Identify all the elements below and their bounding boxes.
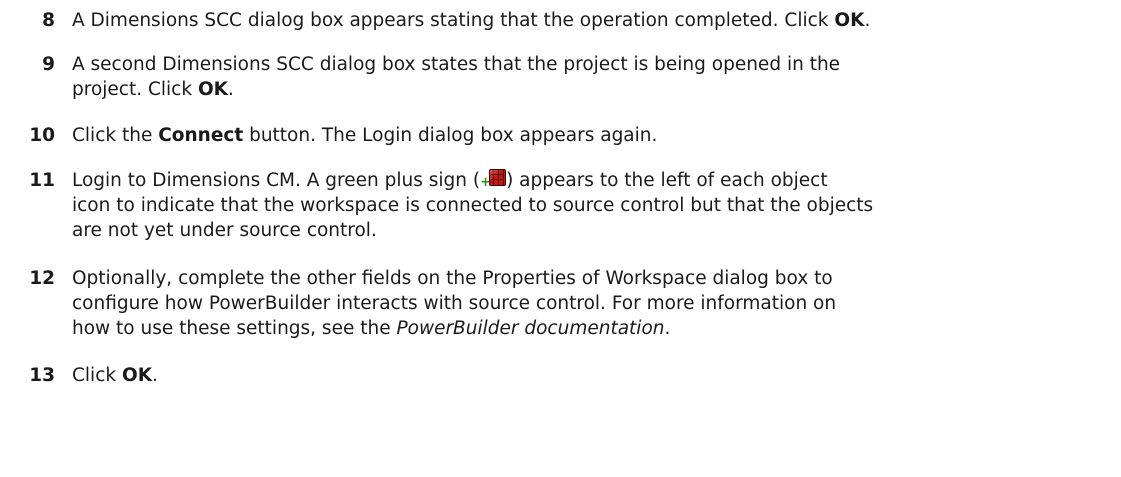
step-text: Optionally, complete the other fields on… [72,266,1112,341]
text-run: . [664,318,671,339]
text-run: Login to Dimensions CM. A green plus sig… [72,170,481,191]
text-run: Click the [72,125,159,146]
text-run: configure how PowerBuilder interacts wit… [72,293,837,314]
emphasis-bold: OK [121,365,153,386]
text-run: how to use these settings, see the [72,318,397,339]
emphasis-italic: PowerBuilder documentation [396,318,665,339]
text-run: Optionally, complete the other fields on… [72,268,833,289]
text-run: A Dimensions SCC dialog box appears stat… [72,10,835,31]
step-number: 9 [42,54,55,75]
text-run: . [152,365,158,386]
text-run: button. The Login dialog box appears aga… [243,125,658,146]
emphasis-bold: Connect [158,125,244,146]
text-run: project. Click [72,79,198,100]
step-text: A second Dimensions SCC dialog box state… [72,52,1112,102]
step-number: 13 [29,365,55,386]
text-run: . [228,79,234,100]
text-run: . [864,10,871,31]
emphasis-bold: OK [197,79,228,100]
text-run: A second Dimensions SCC dialog box state… [72,54,841,75]
step-text: Login to Dimensions CM. A green plus sig… [72,168,1112,243]
text-run: ) appears to the left of each object [506,170,828,191]
step-number: 10 [29,125,55,146]
step-number: 12 [29,268,55,289]
procedure-steps: 8 A Dimensions SCC dialog box appears st… [0,0,1121,477]
text-run: icon to indicate that the workspace is c… [72,195,874,216]
step-text: A Dimensions SCC dialog box appears stat… [72,8,1112,33]
emphasis-bold: OK [834,10,865,31]
green-plus-object-icon: + [480,168,507,190]
step-number: 8 [42,10,55,31]
step-number: 11 [29,170,55,191]
text-run: Click [72,365,122,386]
text-run: are not yet under source control. [72,220,377,241]
step-text: Click OK. [72,363,1112,388]
step-text: Click the Connect button. The Login dial… [72,123,1112,148]
